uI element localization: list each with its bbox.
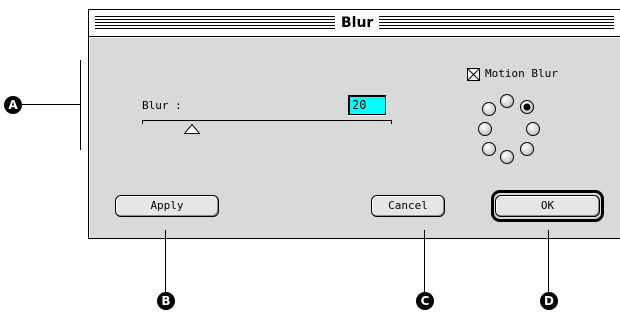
- blur-slider-track[interactable]: [142, 120, 392, 121]
- direction-radio-se[interactable]: [520, 142, 534, 156]
- direction-radio-sw[interactable]: [482, 142, 496, 156]
- slider-left-end: [142, 120, 143, 124]
- ok-button[interactable]: OK: [495, 195, 600, 217]
- motion-blur-label: Motion Blur: [485, 67, 558, 80]
- apply-button[interactable]: Apply: [115, 195, 219, 217]
- callout-c-leader: [424, 230, 425, 292]
- blur-amount-input[interactable]: 20: [348, 95, 386, 115]
- callout-d: D: [540, 292, 558, 310]
- direction-radio-ne[interactable]: [520, 100, 534, 114]
- motion-direction-radio-group[interactable]: [477, 93, 552, 168]
- direction-radio-nw[interactable]: [482, 102, 496, 116]
- callout-a-leader: [20, 104, 80, 105]
- direction-radio-w[interactable]: [478, 122, 492, 136]
- callout-b: B: [157, 292, 175, 310]
- direction-radio-e[interactable]: [526, 122, 540, 136]
- motion-blur-checkbox[interactable]: [467, 68, 480, 81]
- callout-c: C: [416, 292, 434, 310]
- slider-right-end: [391, 120, 392, 124]
- blur-dialog: Blur Blur : 20 Motion Blur Apply Cancel …: [88, 9, 620, 239]
- callout-b-leader: [165, 230, 166, 292]
- dialog-content: Blur : 20 Motion Blur Apply Cancel OK: [89, 37, 620, 238]
- callout-a-bracket: [80, 60, 81, 150]
- cancel-button[interactable]: Cancel: [371, 195, 445, 217]
- callout-d-leader: [548, 230, 549, 292]
- callout-a: A: [4, 96, 22, 114]
- blur-slider-thumb[interactable]: [184, 124, 200, 134]
- title-bar[interactable]: Blur: [89, 10, 620, 37]
- direction-radio-n[interactable]: [500, 94, 514, 108]
- blur-label: Blur :: [142, 99, 182, 112]
- dialog-title: Blur: [335, 13, 380, 33]
- direction-radio-s[interactable]: [500, 150, 514, 164]
